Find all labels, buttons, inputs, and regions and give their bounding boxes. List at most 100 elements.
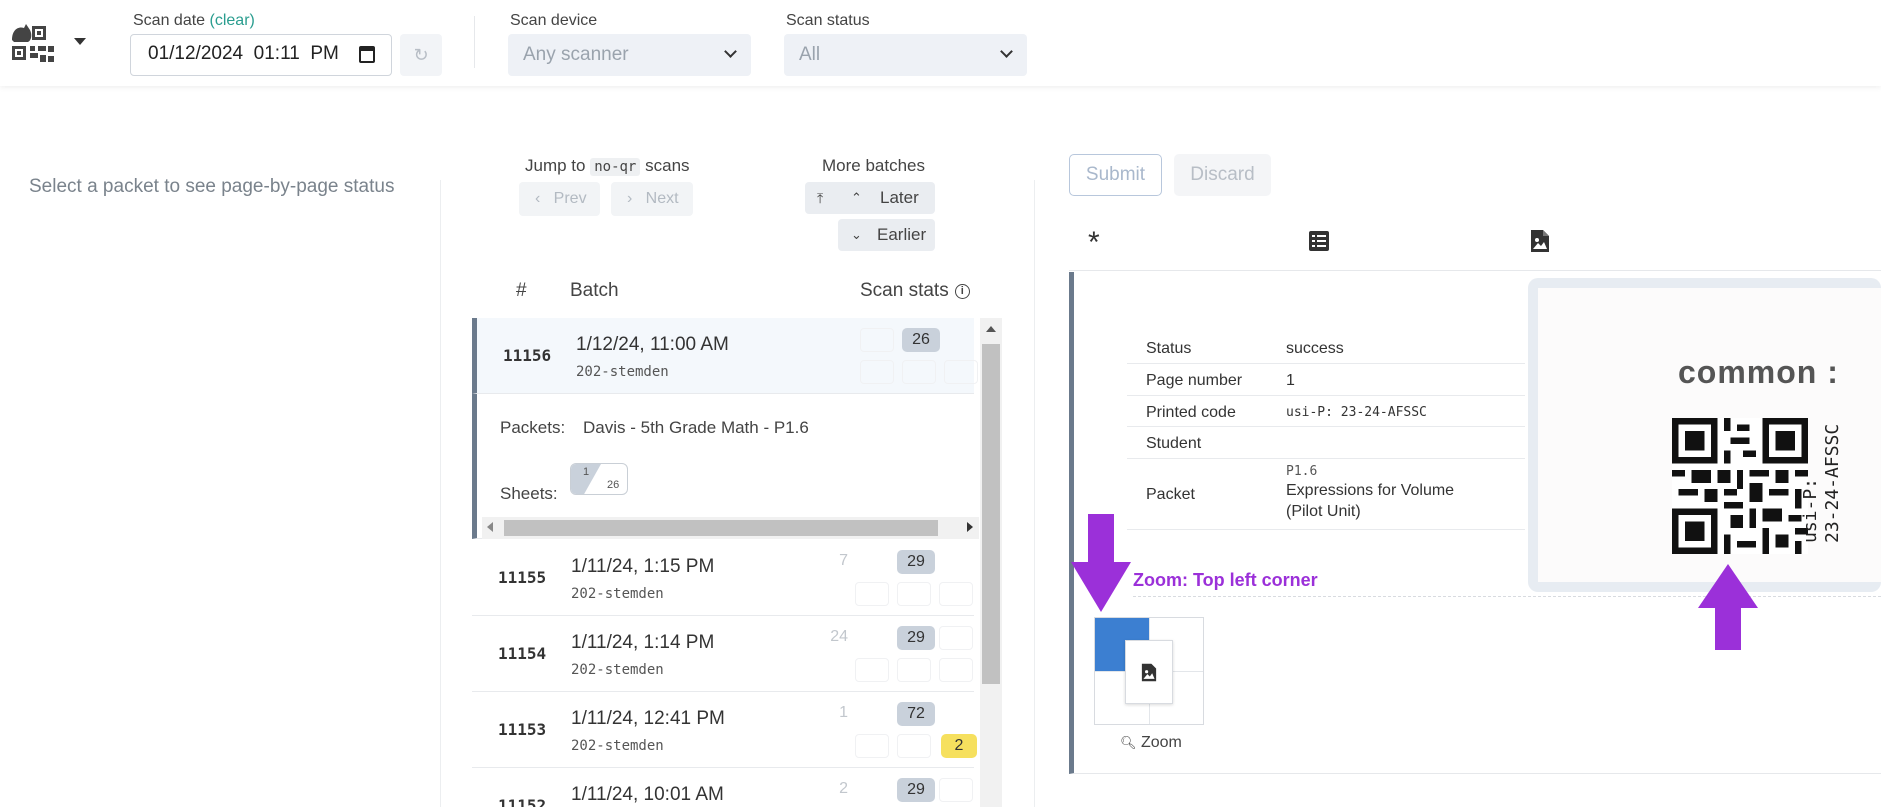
scan-faded-text: common :: [1678, 354, 1839, 390]
sheets-progress-chip[interactable]: 1 26: [570, 463, 628, 495]
scan-date-clear-link[interactable]: (clear): [210, 12, 255, 29]
refresh-button[interactable]: ↻: [400, 34, 442, 76]
scrollbar-thumb[interactable]: [982, 344, 1000, 684]
horizontal-scrollbar[interactable]: [482, 517, 979, 539]
info-icon[interactable]: i: [954, 284, 970, 299]
scan-image: common : usi-P: 23-24-AFSSC: [1538, 288, 1881, 582]
file-image-icon: [1141, 663, 1157, 682]
stat-cell: [860, 360, 894, 384]
scan-device-select[interactable]: Any scanner: [508, 34, 751, 76]
scan-status-select[interactable]: All: [784, 34, 1027, 76]
jump-prefix: Jump to: [525, 156, 586, 175]
scan-date-value: 01/12/2024 01:11 PM: [148, 43, 339, 64]
detail-row-student: Student: [1127, 428, 1525, 459]
qr-code-image: [1672, 418, 1808, 554]
scan-date-input[interactable]: 01/12/2024 01:11 PM: [130, 34, 392, 76]
scan-code-line2: 23-24-AFSSC: [1822, 423, 1843, 543]
batch-date: 1/12/24, 11:00 AM: [576, 334, 729, 355]
batch-date: 1/11/24, 10:01 AM: [571, 784, 724, 805]
zoom-label-text: Zoom: [1140, 734, 1182, 751]
zoom-annotation: Zoom: Top left corner: [1133, 570, 1318, 590]
batch-user: 202-stemden: [571, 662, 664, 678]
table-row[interactable]: 11154 1/11/24, 1:14 PM 202-stemden 24 29: [472, 616, 974, 692]
stat-warning-badge: 2: [941, 734, 977, 758]
annotation-arrow-up-icon: [1698, 564, 1758, 650]
detail-row-status: Status success: [1127, 334, 1525, 364]
next-button[interactable]: › Next: [611, 182, 693, 216]
batch-date: 1/11/24, 12:41 PM: [571, 708, 725, 729]
stat-cell: [939, 778, 973, 802]
stat-total-badge: 29: [897, 626, 935, 650]
stat-faint-count: 7: [839, 552, 848, 569]
asterisk-icon[interactable]: *: [1088, 226, 1100, 260]
zoom-button[interactable]: 🔍︎ Zoom: [1120, 734, 1182, 752]
scan-status-value: All: [799, 44, 821, 65]
panel-divider: [1034, 180, 1035, 807]
earlier-button[interactable]: ⌄ Earlier: [838, 219, 935, 251]
jump-top-icon[interactable]: ⤒: [817, 182, 823, 214]
stat-total-badge: 29: [897, 778, 935, 802]
batch-table: 11156 1/12/24, 11:00 AM 202-stemden 26 P…: [472, 318, 1002, 807]
jump-to-label: Jump to no-qr scans: [525, 156, 690, 176]
calendar-icon[interactable]: [359, 46, 375, 63]
annotation-arrow-down-icon: [1071, 514, 1131, 612]
zoom-region-selector[interactable]: [1094, 617, 1204, 725]
batch-user: 202-stemden: [571, 738, 664, 754]
vertical-scrollbar[interactable]: [980, 318, 1002, 807]
scan-date-label-text: Scan date: [133, 12, 206, 29]
stat-cell: [939, 626, 973, 650]
stat-total-badge: 72: [897, 702, 935, 726]
top-toolbar: Scan date (clear) 01/12/2024 01:11 PM ↻ …: [0, 0, 1881, 86]
logo-menu-caret-icon[interactable]: [74, 38, 86, 45]
panel-divider: [440, 180, 441, 807]
detail-row-packet: Packet P1.6 Expressions for Volume (Pilo…: [1127, 460, 1525, 530]
stat-cell: [855, 734, 889, 758]
batch-number: 11152: [498, 796, 547, 807]
chevron-left-icon: ‹: [535, 190, 541, 207]
earlier-label: Earlier: [877, 225, 927, 244]
scrollbar-thumb[interactable]: [504, 520, 938, 536]
qr-logo-icon[interactable]: [10, 22, 58, 66]
scroll-right-icon[interactable]: [967, 522, 973, 532]
scan-code-line1: usi-P:: [1800, 477, 1821, 543]
chevron-right-icon: ›: [627, 190, 633, 207]
stat-faint-count: 2: [839, 780, 848, 797]
detail-row-page-number: Page number 1: [1127, 365, 1525, 396]
scan-preview[interactable]: common : usi-P: 23-24-AFSSC: [1528, 278, 1881, 592]
sheets-label: Sheets:: [500, 484, 558, 503]
list-icon[interactable]: [1308, 230, 1330, 252]
batch-number: 11155: [498, 568, 547, 587]
packet-key: Packet: [1146, 486, 1195, 503]
page-thumbnail: [1125, 640, 1173, 704]
stat-cell: [897, 734, 931, 758]
scroll-left-icon[interactable]: [487, 522, 493, 532]
packets-label: Packets:: [500, 418, 566, 437]
table-row[interactable]: 11155 1/11/24, 1:15 PM 202-stemden 7 29: [472, 540, 974, 616]
scan-device-value: Any scanner: [523, 44, 629, 65]
later-button-group: ⤒ ⌃ Later: [805, 182, 935, 214]
magnifier-icon: 🔍︎: [1120, 735, 1137, 750]
packet-title-line2: (Pilot Unit): [1286, 503, 1361, 520]
chevron-up-icon[interactable]: ⌃: [851, 182, 862, 214]
detail-row-printed-code: Printed code usi-P: 23-24-AFSSC: [1127, 397, 1525, 427]
printed-code-key: Printed code: [1146, 404, 1236, 421]
table-row[interactable]: 11153 1/11/24, 12:41 PM 202-stemden 1 72…: [472, 692, 977, 768]
stat-cell: [939, 658, 973, 682]
chevron-down-icon: ⌄: [851, 227, 862, 242]
table-row[interactable]: 11156 1/12/24, 11:00 AM 202-stemden 26: [472, 318, 978, 394]
later-button[interactable]: Later: [880, 182, 919, 214]
submit-button[interactable]: Submit: [1069, 154, 1162, 196]
student-key: Student: [1146, 435, 1202, 452]
packet-title-line1: Expressions for Volume: [1286, 482, 1455, 499]
packet-select-hint: Select a packet to see page-by-page stat…: [29, 176, 395, 197]
printed-code-value: usi-P: 23-24-AFSSC: [1286, 405, 1427, 420]
status-value: success: [1286, 340, 1344, 357]
stat-total-badge: 29: [897, 550, 935, 574]
scroll-up-icon[interactable]: [986, 326, 996, 332]
table-row[interactable]: 11152 1/11/24, 10:01 AM 2 29: [472, 768, 974, 807]
stat-cell: [855, 582, 889, 606]
packets-value[interactable]: Davis - 5th Grade Math - P1.6: [583, 418, 809, 438]
prev-button[interactable]: ‹ Prev: [519, 182, 600, 216]
discard-button[interactable]: Discard: [1174, 154, 1271, 196]
file-image-icon[interactable]: [1530, 229, 1550, 253]
